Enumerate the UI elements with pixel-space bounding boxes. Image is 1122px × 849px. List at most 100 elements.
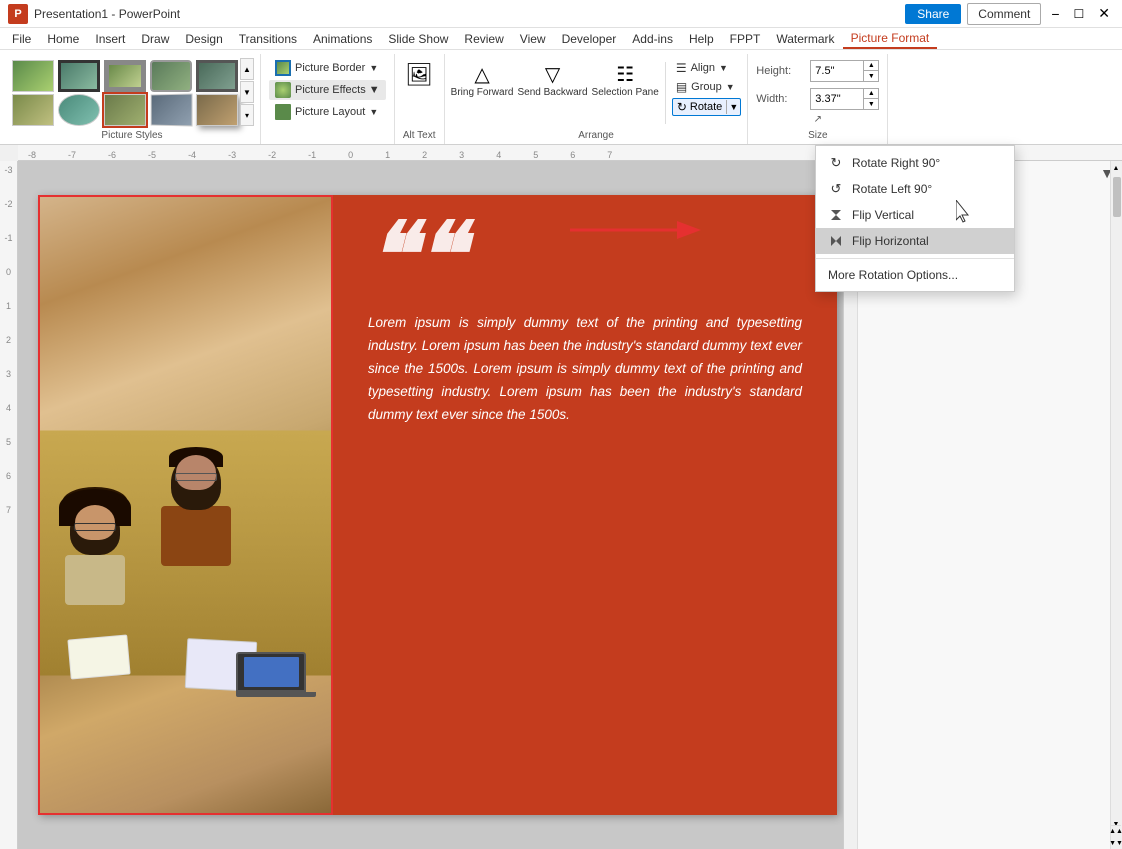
slide-right-section: ❝❝ Lorem ipsum is simply dummy text of t… xyxy=(333,195,837,815)
height-up-arrow[interactable]: ▲ xyxy=(864,61,878,71)
scroll-down-arrow[interactable]: ▼ xyxy=(240,81,254,103)
menu-watermark[interactable]: Watermark xyxy=(768,30,842,48)
maximize-icon[interactable]: ☐ xyxy=(1070,7,1089,21)
flip-vertical-label: Flip Vertical xyxy=(852,208,914,222)
send-backward-icon: ▽ xyxy=(545,62,560,87)
panel-scroll-expand-1[interactable]: ▲▲ xyxy=(1111,825,1121,837)
bring-forward-icon: △ xyxy=(474,62,489,87)
picture-layout-arrow[interactable]: ▼ xyxy=(369,107,378,117)
rotate-label: Rotate xyxy=(690,101,722,113)
width-label: Width: xyxy=(756,93,806,105)
menu-picture-format[interactable]: Picture Format xyxy=(843,29,938,49)
style-thumb-1[interactable] xyxy=(10,58,56,94)
comment-button[interactable]: Comment xyxy=(967,3,1041,25)
menu-design[interactable]: Design xyxy=(177,30,230,48)
alt-text-icon: 🖼 xyxy=(405,62,433,88)
panel-scroll-thumb[interactable] xyxy=(1113,177,1121,217)
picture-border-icon xyxy=(275,60,291,76)
menu-developer[interactable]: Developer xyxy=(554,30,625,48)
more-rotation-options-item[interactable]: More Rotation Options... xyxy=(816,263,1014,287)
send-backward-label[interactable]: Send Backward xyxy=(517,87,587,98)
picture-styles-group: ▲ ▼ ▾ Picture Styles xyxy=(4,54,261,144)
menu-slideshow[interactable]: Slide Show xyxy=(380,30,456,48)
menu-transitions[interactable]: Transitions xyxy=(231,30,305,48)
style-thumb-3[interactable] xyxy=(102,58,148,94)
menu-draw[interactable]: Draw xyxy=(133,30,177,48)
align-icon: ☰ xyxy=(676,61,687,75)
rotate-left-icon: ↺ xyxy=(828,181,844,197)
picture-layout-btn[interactable]: Picture Layout ▼ xyxy=(269,102,386,122)
bring-forward-label[interactable]: Bring Forward xyxy=(451,87,514,98)
height-input[interactable] xyxy=(811,61,863,81)
panel-scroll-expand-2[interactable]: ▼▼ xyxy=(1111,837,1121,849)
style-thumb-4[interactable] xyxy=(148,58,194,94)
flip-vertical-item[interactable]: Flip Vertical xyxy=(816,202,1014,228)
app-wrapper: P Presentation1 - PowerPoint Share Comme… xyxy=(0,0,1122,849)
style-thumb-6[interactable] xyxy=(10,92,56,128)
width-input[interactable] xyxy=(811,89,863,109)
height-down-arrow[interactable]: ▼ xyxy=(864,71,878,81)
rotate-menu-divider xyxy=(816,258,1014,259)
selection-pane-label[interactable]: Selection Pane xyxy=(592,87,659,98)
minimize-icon[interactable]: − xyxy=(1047,6,1063,22)
width-up-arrow[interactable]: ▲ xyxy=(864,89,878,99)
style-thumb-8[interactable] xyxy=(102,92,148,128)
menu-home[interactable]: Home xyxy=(39,30,87,48)
quote-mark: ❝❝ xyxy=(368,220,802,292)
group-arrow[interactable]: ▼ xyxy=(726,82,735,92)
align-btn[interactable]: ☰ Align ▼ xyxy=(672,60,741,76)
picture-border-btn[interactable]: Picture Border ▼ xyxy=(269,58,386,78)
rotate-icon: ↻ xyxy=(677,100,687,114)
rotate-left-label: Rotate Left 90° xyxy=(852,182,932,196)
rotate-dropdown-menu: ↻ Rotate Right 90° ↺ Rotate Left 90° Fli… xyxy=(815,145,1015,292)
rotate-dropdown-arrow[interactable]: ▼ xyxy=(726,100,740,114)
style-thumb-9[interactable] xyxy=(148,92,194,128)
expand-size-icon[interactable]: ↗ xyxy=(814,114,822,125)
style-thumb-10[interactable] xyxy=(194,92,240,128)
picture-border-arrow[interactable]: ▼ xyxy=(369,63,378,73)
scroll-expand-arrow[interactable]: ▾ xyxy=(240,104,254,126)
slide-image-section[interactable] xyxy=(38,195,333,815)
menu-animations[interactable]: Animations xyxy=(305,30,380,48)
menu-insert[interactable]: Insert xyxy=(87,30,133,48)
rotate-btn-wrapper[interactable]: ↻ Rotate ▼ xyxy=(672,98,741,116)
accessibility-label-placeholder xyxy=(269,130,386,144)
arrange-label: Arrange xyxy=(451,128,742,144)
selection-pane-icon: ☷ xyxy=(616,62,634,87)
panel-scrollbar[interactable]: ▲ ▼ ▲▲ ▼▼ xyxy=(1110,161,1122,849)
style-thumbnails-grid xyxy=(10,58,238,124)
style-thumb-7[interactable] xyxy=(56,92,102,128)
close-icon[interactable]: ✕ xyxy=(1094,5,1114,22)
picture-border-label: Picture Border xyxy=(295,62,365,74)
ribbon: ▲ ▼ ▾ Picture Styles Picture Border ▼ xyxy=(0,50,1122,145)
menu-help[interactable]: Help xyxy=(681,30,722,48)
share-button[interactable]: Share xyxy=(905,4,961,24)
align-label: Align xyxy=(691,62,715,74)
scroll-up-arrow[interactable]: ▲ xyxy=(240,58,254,80)
panel-scroll-up[interactable]: ▲ xyxy=(1111,161,1121,175)
width-down-arrow[interactable]: ▼ xyxy=(864,99,878,109)
rotate-btn-main[interactable]: ↻ Rotate xyxy=(673,99,726,115)
picture-layout-icon xyxy=(275,104,291,120)
menu-review[interactable]: Review xyxy=(456,30,511,48)
height-label: Height: xyxy=(756,65,806,77)
file-title: Presentation1 - PowerPoint xyxy=(34,7,180,21)
rotate-right-item[interactable]: ↻ Rotate Right 90° xyxy=(816,150,1014,176)
align-arrow[interactable]: ▼ xyxy=(719,63,728,73)
picture-layout-label: Picture Layout xyxy=(295,106,365,118)
rotate-right-label: Rotate Right 90° xyxy=(852,156,940,170)
menu-addins[interactable]: Add-ins xyxy=(624,30,681,48)
flip-horizontal-item[interactable]: Flip Horizontal xyxy=(816,228,1014,254)
menu-fppt[interactable]: FPPT xyxy=(722,30,769,48)
ribbon-wrapper: ▲ ▼ ▾ Picture Styles Picture Border ▼ xyxy=(0,50,1122,145)
group-btn[interactable]: ▤ Group ▼ xyxy=(672,79,741,95)
group-icon: ▤ xyxy=(676,80,687,94)
menu-view[interactable]: View xyxy=(512,30,554,48)
slide-photo xyxy=(40,197,331,813)
menu-file[interactable]: File xyxy=(4,30,39,48)
style-thumb-2[interactable] xyxy=(56,58,102,94)
more-rotation-label: More Rotation Options... xyxy=(828,268,958,282)
rotate-left-item[interactable]: ↺ Rotate Left 90° xyxy=(816,176,1014,202)
picture-effects-btn[interactable]: Picture Effects ▼ xyxy=(269,80,386,100)
style-thumb-5[interactable] xyxy=(194,58,240,94)
